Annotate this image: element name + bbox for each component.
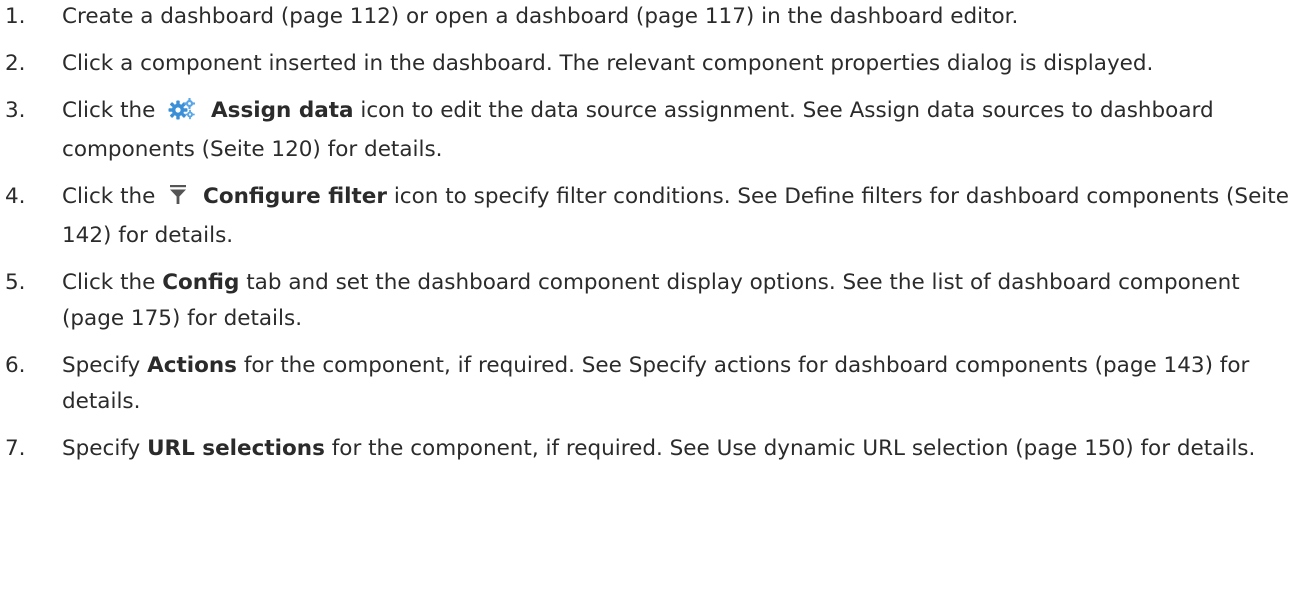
step-text-after: tab and set the dashboard component disp…	[62, 270, 1240, 331]
step-text: Create a dashboard (page 112) or open a …	[62, 4, 1019, 29]
step-text-before: Specify	[62, 436, 141, 461]
step-text-before: Click the	[62, 98, 156, 123]
configure-filter-label: Configure filter	[203, 184, 387, 209]
step-text-before: Click the	[62, 270, 156, 295]
step-text-after: for the component, if required. See Use …	[331, 436, 1256, 461]
step-number: 4.	[5, 184, 26, 209]
step-number: 2.	[5, 51, 26, 76]
gears-icon	[168, 96, 196, 132]
list-item: 3. Click the Assign data icon to edit th…	[0, 93, 1306, 168]
config-tab-label: Config	[162, 270, 240, 295]
assign-data-label: Assign data	[211, 98, 354, 123]
list-item: 6. Specify Actions for the component, if…	[0, 348, 1306, 420]
step-number: 1.	[5, 4, 26, 29]
step-text: Click a component inserted in the dashbo…	[62, 51, 1154, 76]
list-item: 1. Create a dashboard (page 112) or open…	[0, 0, 1306, 35]
step-text-after: for the component, if required. See Spec…	[62, 353, 1250, 414]
actions-label: Actions	[147, 353, 237, 378]
url-selections-label: URL selections	[147, 436, 325, 461]
list-item: 7. Specify URL selections for the compon…	[0, 431, 1306, 467]
list-item: 2. Click a component inserted in the das…	[0, 46, 1306, 82]
list-item: 5. Click the Config tab and set the dash…	[0, 265, 1306, 337]
step-number: 6.	[5, 353, 26, 378]
list-item: 4. Click the Configure filter icon to sp…	[0, 179, 1306, 254]
step-number: 5.	[5, 270, 26, 295]
step-number: 7.	[5, 436, 26, 461]
filter-funnel-icon	[168, 182, 188, 218]
instruction-list: 1. Create a dashboard (page 112) or open…	[0, 0, 1306, 467]
step-number: 3.	[5, 98, 26, 123]
step-text-before: Specify	[62, 353, 141, 378]
step-text-before: Click the	[62, 184, 156, 209]
